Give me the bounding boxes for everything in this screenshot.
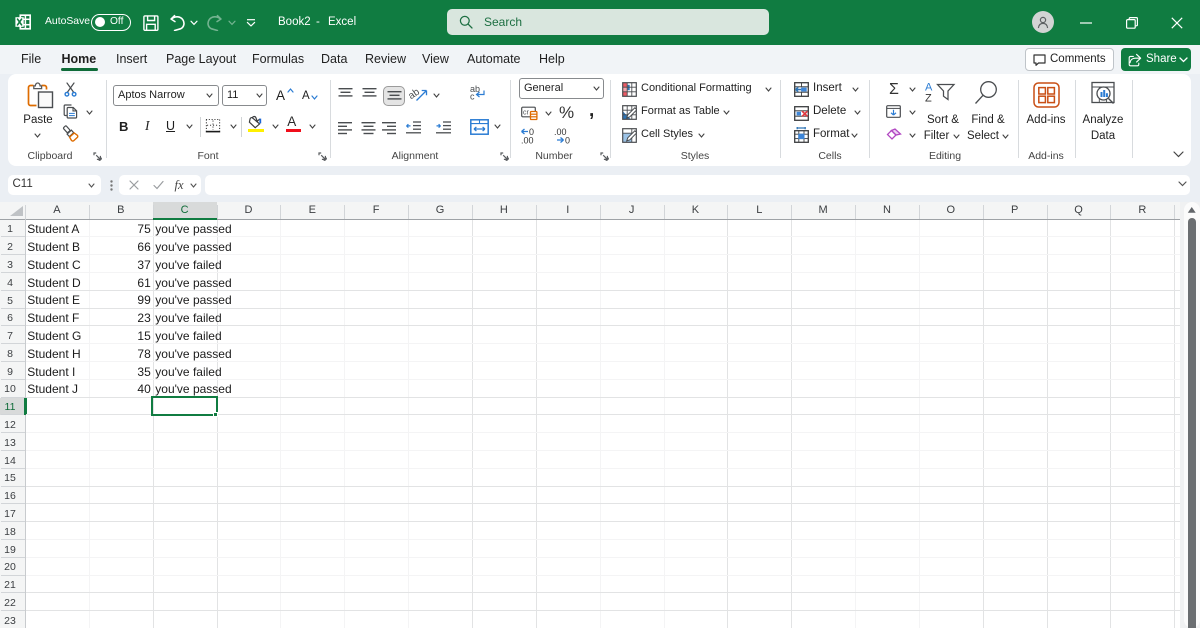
svg-text:ab: ab — [409, 86, 422, 102]
svg-text:Z: Z — [925, 93, 932, 104]
svg-text:0: 0 — [565, 136, 570, 145]
svg-text:.00: .00 — [521, 136, 534, 145]
svg-text:cr: cr — [523, 110, 530, 117]
svg-text:c: c — [470, 92, 475, 101]
